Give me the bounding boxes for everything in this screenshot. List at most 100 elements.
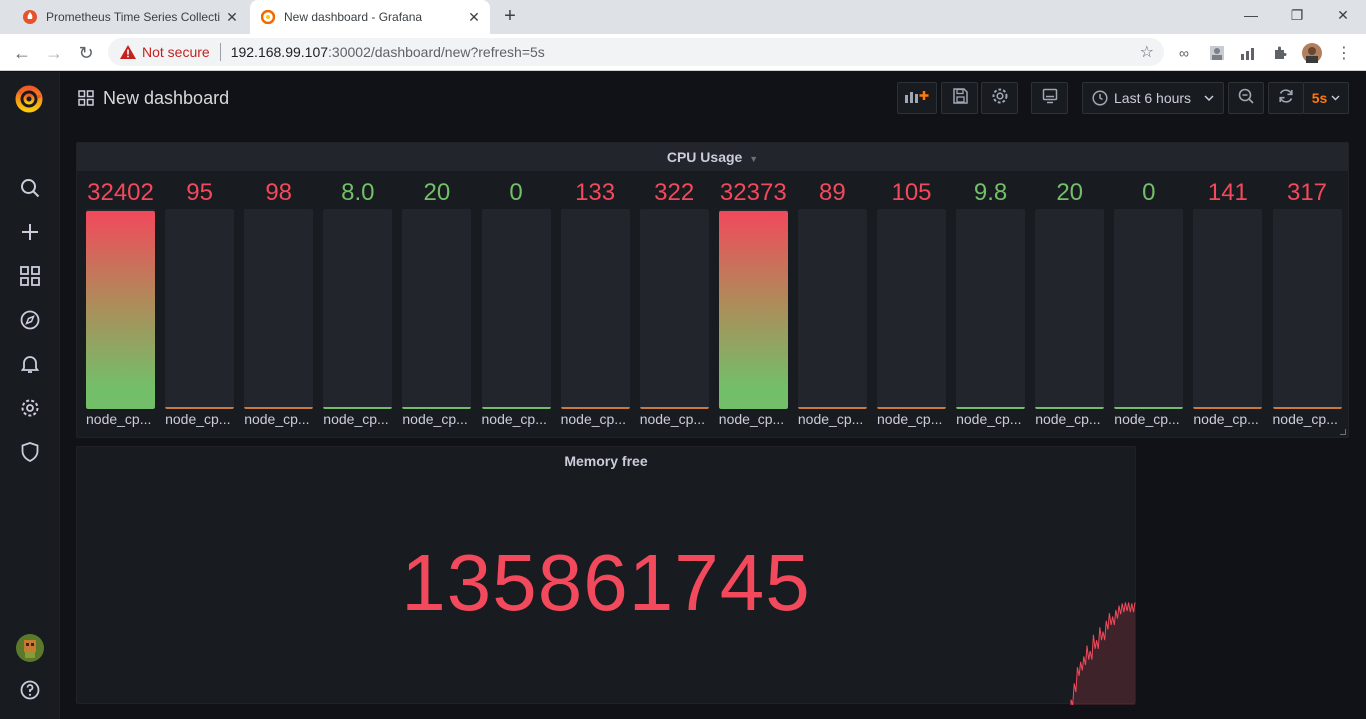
gauge-track [797,209,867,409]
url-path: :30002/dashboard/new?refresh=5s [328,44,545,60]
gauge-value: 9.8 [973,179,1008,206]
resize-handle[interactable] [1340,429,1346,435]
cpu-usage-panel: CPU Usage ▼ 32402 node_cp... 95 node_cp... 9… [76,142,1349,438]
analytics-extension-icon[interactable] [1238,43,1258,63]
panel-title[interactable]: Memory free [77,453,1135,469]
tab-title: Prometheus Time Series Collection [46,10,220,24]
gauge-fill [481,407,551,409]
dashboard-title[interactable]: New dashboard [78,86,229,110]
browser-tab-grafana[interactable]: New dashboard - Grafana ✕ [250,0,490,34]
address-bar[interactable]: Not secure 192.168.99.107 :30002/dashboa… [108,38,1164,66]
browser-tab-bar: Prometheus Time Series Collection ✕ New … [0,0,1366,34]
profile-extension-icon[interactable] [1207,43,1227,63]
user-avatar[interactable] [1302,43,1322,63]
refresh-button[interactable] [1268,82,1304,114]
view-mode-button[interactable] [1031,82,1068,114]
gauge-label: node_cp... [956,411,1022,427]
refresh-icon [1278,88,1294,109]
gauge-track [244,209,314,409]
gauge-fill [718,211,788,409]
panel-title-text: CPU Usage [666,149,743,165]
gauge-track [1114,209,1184,409]
server-admin-shield-icon[interactable] [18,440,42,464]
restore-icon[interactable]: ❐ [1274,4,1320,26]
zoom-out-icon [1238,88,1254,109]
prometheus-icon [22,9,38,25]
gauge-fill [165,407,235,409]
monitor-icon [1042,88,1058,109]
gauge-fill [86,211,155,409]
gauge-label: node_cp... [86,411,152,427]
reload-icon[interactable]: ↻ [72,39,100,67]
bar-gauge: 0 node_cp... [481,177,551,427]
close-icon[interactable]: ✕ [462,9,486,26]
gauge-label: node_cp... [165,411,231,427]
grafana-logo-icon[interactable] [14,84,44,114]
browser-tab-prometheus[interactable]: Prometheus Time Series Collection ✕ [12,0,248,34]
gauge-value: 0 [1142,179,1156,206]
gauge-label: node_cp... [323,411,389,427]
add-panel-button[interactable] [897,82,937,114]
new-tab-button[interactable]: + [498,5,522,29]
extensions-puzzle-icon[interactable] [1270,43,1290,63]
close-window-icon[interactable]: ✕ [1320,4,1366,26]
dashboard-settings-button[interactable] [981,82,1018,114]
save-dashboard-button[interactable] [941,82,978,114]
bar-gauge: 9.8 node_cp... [956,177,1026,427]
panel-title[interactable]: CPU Usage ▼ [77,149,1348,165]
gauge-track [402,209,472,409]
gauge-track [1035,209,1105,409]
bar-gauge: 95 node_cp... [165,177,235,427]
gauge-track [877,209,946,409]
gauge-label: node_cp... [1035,411,1101,427]
gauge-label: node_cp... [639,411,706,427]
user-avatar[interactable] [16,634,44,662]
gauge-track [323,209,393,409]
zoom-out-button[interactable] [1228,82,1264,114]
bar-gauge: 32373 node_cp... [718,177,788,427]
gauge-fill [956,407,1026,409]
minimize-icon[interactable]: — [1228,4,1274,26]
configuration-gear-icon[interactable] [18,396,42,420]
memory-free-panel: Memory free 135861745 [76,446,1136,705]
bar-gauge: 32402 node_cp... [86,177,155,427]
bar-gauge: 0 node_cp... [1114,177,1184,427]
gauge-label: node_cp... [1114,411,1180,427]
plus-icon[interactable] [18,220,42,244]
clock-icon [1092,90,1108,106]
url-host: 192.168.99.107 [230,44,329,60]
time-range-picker[interactable]: Last 6 hours [1082,82,1224,114]
not-secure-label[interactable]: Not secure [142,44,210,60]
gauge-track [639,209,709,409]
sparkline-chart [1070,602,1136,705]
forward-icon[interactable]: → [40,39,68,67]
gauge-fill [1035,407,1105,409]
gauge-fill [323,407,393,409]
warning-icon[interactable] [120,44,136,60]
dashboard-title-text: New dashboard [103,87,230,108]
help-icon[interactable] [18,678,42,702]
back-icon[interactable]: ← [8,39,36,67]
gauge-fill [1272,407,1342,409]
infinity-extension-icon[interactable]: ∞ [1174,43,1194,63]
dashboards-icon[interactable] [18,264,42,288]
kebab-menu-icon[interactable]: ⋮ [1334,43,1354,63]
gauge-fill [797,407,867,409]
gauge-value: 32373 [719,179,787,206]
browser-toolbar: ← → ↻ Not secure 192.168.99.107 :30002/d… [0,34,1366,71]
grafana-icon [260,9,276,25]
gauge-fill [1114,407,1184,409]
close-icon[interactable]: ✕ [220,9,244,26]
search-icon[interactable] [18,176,42,200]
bookmark-star-icon[interactable]: ☆ [1140,42,1154,62]
gauge-label: node_cp... [718,411,785,427]
refresh-interval-picker[interactable]: 5s [1303,82,1349,114]
chevron-down-icon: ▼ [749,154,759,164]
sparkline-area [1071,602,1135,705]
explore-compass-icon[interactable] [18,308,42,332]
gauge-track [165,209,235,409]
alerting-bell-icon[interactable] [18,352,42,376]
grafana-sidemenu [0,72,60,719]
bar-gauge: 8.0 node_cp... [323,177,393,427]
divider [219,43,221,61]
